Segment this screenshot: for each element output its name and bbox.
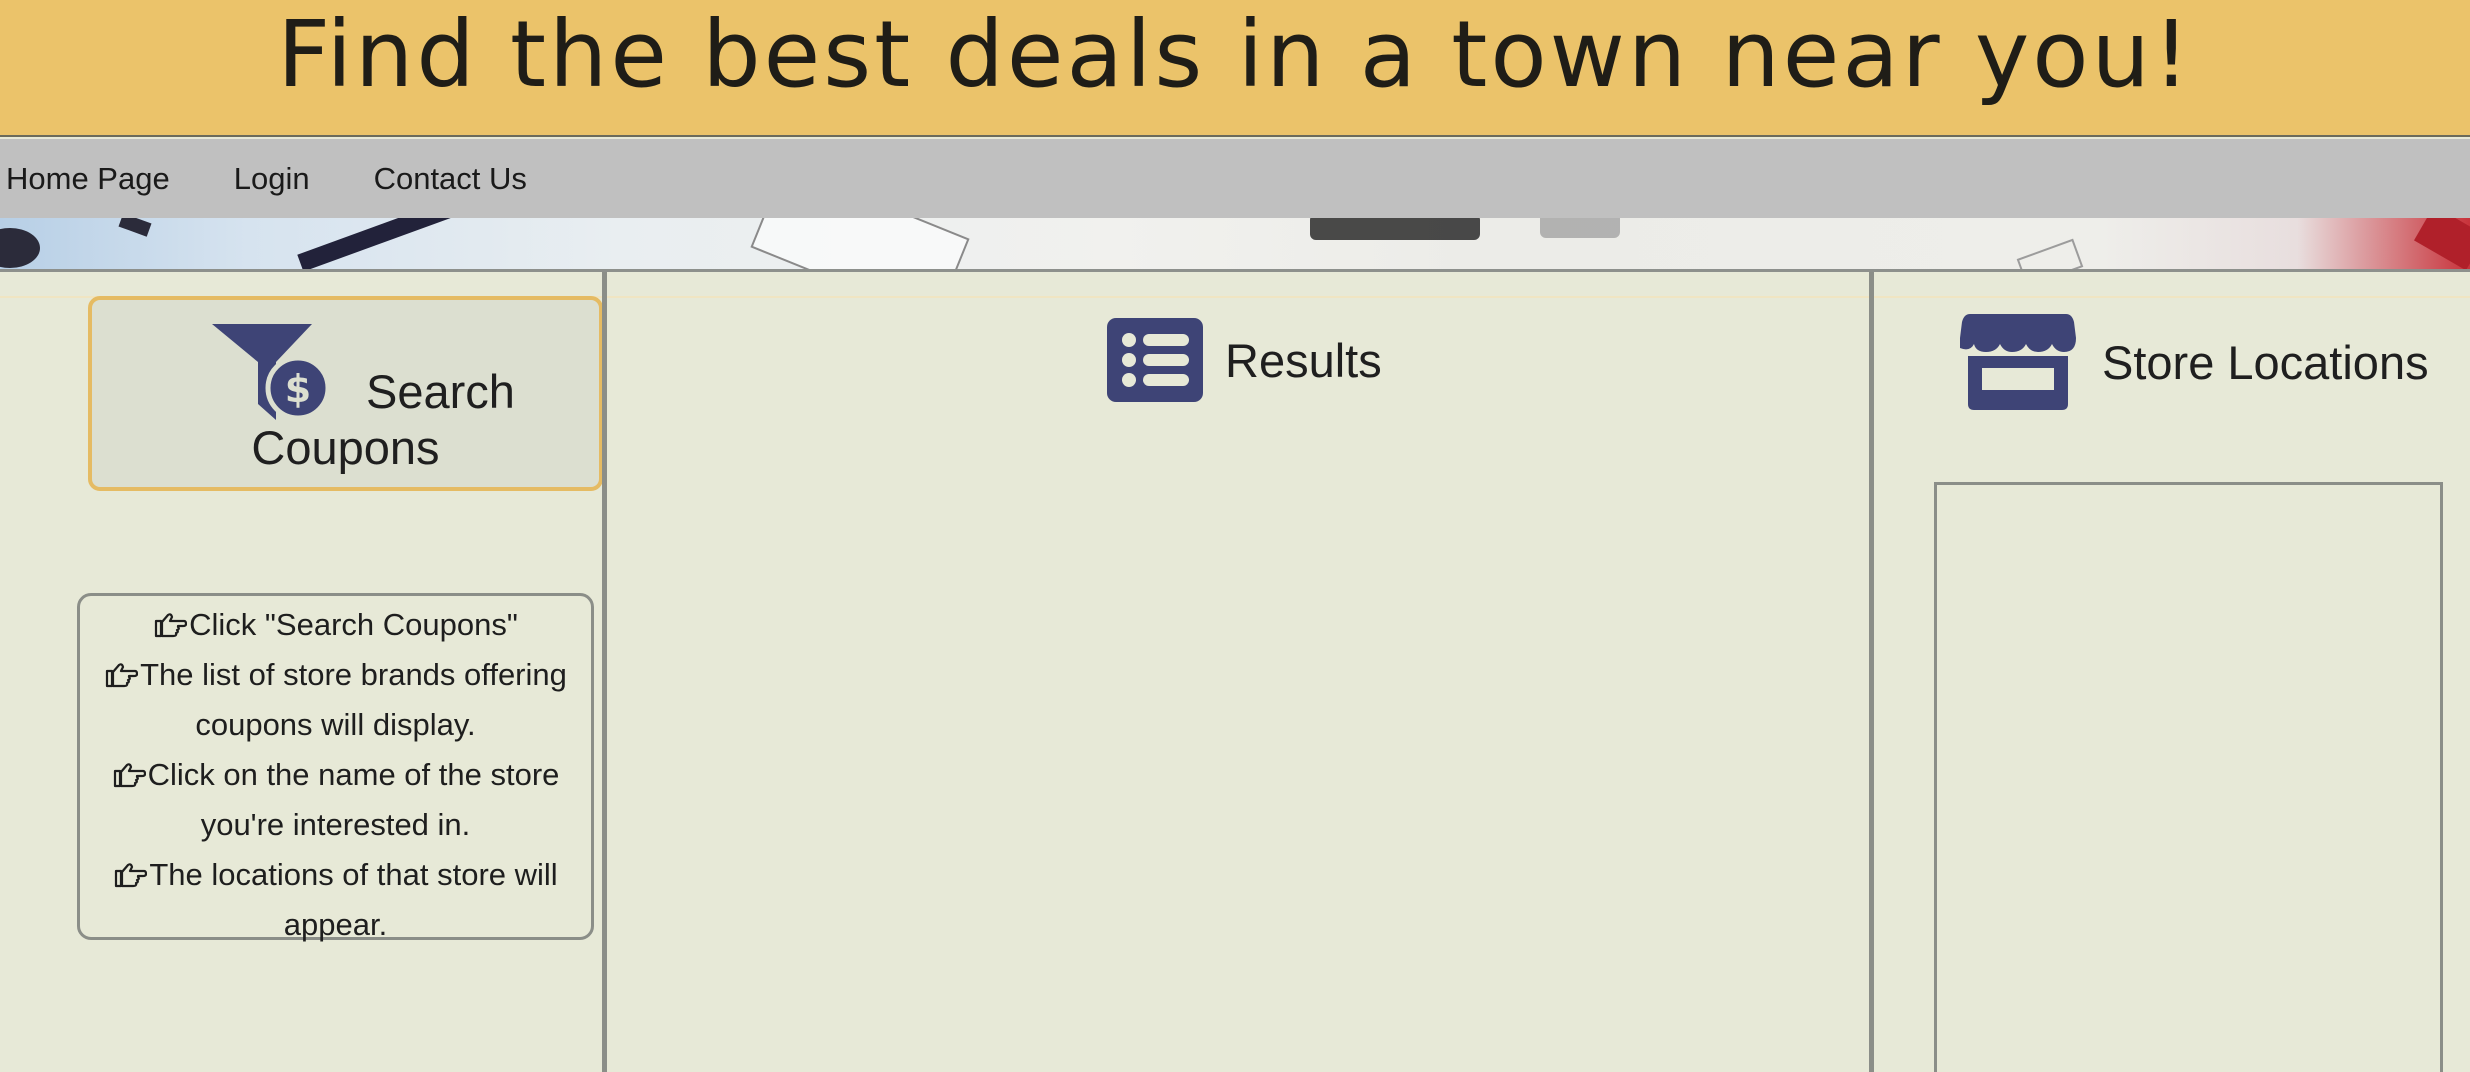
- instruction-line: appear.: [283, 907, 388, 942]
- search-column: $ Search Coupons Click "Search Coupons" …: [0, 272, 603, 1072]
- nav-contact-us[interactable]: Contact Us: [374, 161, 527, 197]
- storefront-icon: [1960, 314, 2076, 410]
- nav-home-page[interactable]: Home Page: [6, 161, 170, 197]
- coupon-background-image: [0, 218, 2470, 272]
- results-header: Results: [1107, 318, 1382, 402]
- store-locations-box: [1934, 482, 2443, 1072]
- site-banner: Find the best deals in a town near you!: [0, 0, 2470, 137]
- content-columns: $ Search Coupons Click "Search Coupons" …: [0, 272, 2470, 1072]
- instruction-line: coupons will display.: [195, 707, 476, 742]
- nav-bar: Home Page Login Contact Us: [0, 139, 2470, 218]
- instruction-line: Click "Search Coupons": [80, 600, 591, 650]
- list-icon: [1107, 318, 1203, 402]
- pointing-hand-icon: [115, 863, 148, 888]
- pointing-hand-icon: [155, 613, 188, 638]
- store-locations-header: Store Locations: [1960, 312, 2429, 412]
- pointing-hand-icon: [113, 763, 146, 788]
- instruction-line: you're interested in.: [200, 807, 471, 842]
- search-coupons-label: Search Coupons: [251, 365, 515, 474]
- nav-login[interactable]: Login: [234, 161, 310, 197]
- instruction-line: The list of store brands offering: [80, 650, 591, 700]
- pointing-hand-icon: [106, 663, 139, 688]
- instruction-line: Click on the name of the store: [80, 750, 591, 800]
- instruction-line: The locations of that store will: [80, 850, 591, 900]
- instructions-box: Click "Search Coupons" The list of store…: [77, 593, 594, 942]
- store-locations-column: Store Locations: [1874, 272, 2470, 1072]
- results-column: Results: [607, 272, 1869, 1072]
- store-locations-title: Store Locations: [2102, 335, 2429, 389]
- results-title: Results: [1225, 333, 1382, 387]
- banner-title: Find the best deals in a town near you!: [277, 1, 2193, 108]
- search-coupons-button[interactable]: $ Search Coupons: [88, 296, 603, 491]
